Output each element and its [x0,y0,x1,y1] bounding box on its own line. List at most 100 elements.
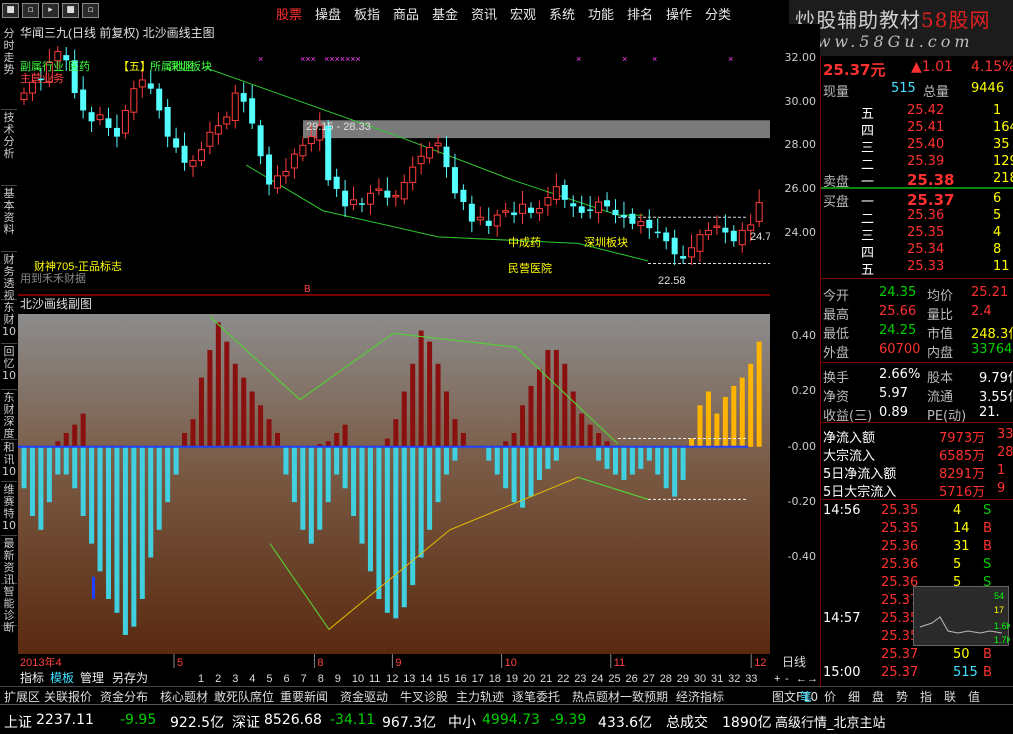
right-tab[interactable]: 联 [944,688,956,705]
right-tab[interactable]: 细 [848,688,860,705]
day-label[interactable]: 32 [728,673,740,685]
zx-index-label[interactable]: 中小 [448,712,476,732]
left-tab-4[interactable]: 财务透视 [1,254,17,302]
day-label[interactable]: 6 [284,673,290,685]
func-tab-2[interactable]: 关联报价 [44,688,92,705]
zoom-control[interactable]: - [785,673,789,685]
period-label[interactable]: 日线 [782,655,806,669]
event-marker[interactable]: × [258,54,263,64]
day-label[interactable]: 31 [711,673,723,685]
sz-index-label[interactable]: 深证 [232,712,260,732]
day-label[interactable]: 5 [266,673,272,685]
sector-label[interactable]: 副属行业 [20,60,64,73]
menu-2[interactable]: 操盘 [315,4,341,23]
day-label[interactable]: 19 [506,673,518,685]
day-label[interactable]: 9 [335,673,341,685]
sub-indicator-chart[interactable]: 北沙画线副图 [18,296,770,654]
menu-10[interactable]: 排名 [627,4,653,23]
menu-3[interactable]: 板指 [354,4,380,23]
left-tab-8[interactable]: 和讯10 [1,442,17,482]
menu-12[interactable]: 分类 [705,4,731,23]
func-tab-5[interactable]: 敢死队席位 [214,688,274,705]
left-tab-2[interactable]: 技术分析 [1,112,17,186]
event-marker[interactable]: × [728,54,733,64]
left-tab-3[interactable]: 基本资料 [1,188,17,252]
func-tab-12[interactable]: 一致预期 [620,688,668,705]
func-tab-8[interactable]: 牛叉诊股 [400,688,448,705]
menu-5[interactable]: 基金 [432,4,458,23]
day-label[interactable]: 30 [694,673,706,685]
func-tab-1[interactable]: 扩展区 [4,688,40,705]
day-label[interactable]: 8 [318,673,324,685]
indicator-tab[interactable]: 模板 [50,671,74,685]
left-tab-5[interactable]: 东财10 [1,302,17,344]
system-button[interactable]: ▫ [22,3,39,18]
sector-label[interactable]: 深圳板块 [168,59,212,73]
sh-index-label[interactable]: 上证 [4,712,32,732]
menu-7[interactable]: 宏观 [510,4,536,23]
sector-label[interactable]: 【五】 [118,60,151,73]
system-button[interactable]: ■ [62,3,79,18]
day-label[interactable]: 14 [420,673,432,685]
menu-6[interactable]: 资讯 [471,4,497,23]
day-label[interactable]: 15 [437,673,449,685]
day-label[interactable]: 28 [660,673,672,685]
day-label[interactable]: 25 [608,673,620,685]
func-tab-7[interactable]: 资金驱动 [340,688,388,705]
left-tab-7[interactable]: 东财深度 [1,392,17,440]
day-label[interactable]: 23 [574,673,586,685]
right-tab[interactable]: 价 [824,688,836,705]
mini-trend-popup[interactable]: 54 17 1.6K 1.7K [913,586,1013,646]
right-tab[interactable]: 指 [920,688,932,705]
event-marker[interactable]: × [576,54,581,64]
left-tab-10[interactable]: 最新资讯 [1,538,17,586]
sector-label[interactable]: 医药 [68,60,90,73]
func-tab-13[interactable]: 经济指标 [676,688,724,705]
system-button[interactable]: ▫ [82,3,99,18]
menu-11[interactable]: 操作 [666,4,692,23]
system-button[interactable]: ▸ [42,3,59,18]
zoom-control[interactable]: + [774,673,780,685]
day-label[interactable]: 29 [677,673,689,685]
indicator-tab[interactable]: 另存为 [112,671,148,685]
zoom-control[interactable]: → [807,673,818,685]
indicator-tab[interactable]: 指标 [20,670,44,685]
right-tab[interactable]: 笔 [800,688,812,705]
func-tab-9[interactable]: 主力轨迹 [456,688,504,705]
main-kline-chart[interactable]: 华闻三九(日线 前复权) 北沙画线主图副属行业 医药 【五】 所属地区深圳板块主营业务… [18,24,770,294]
menu-1[interactable]: 股票 [276,4,302,23]
day-label[interactable]: 20 [523,673,535,685]
menu-9[interactable]: 功能 [588,4,614,23]
menu-8[interactable]: 系统 [549,4,575,23]
day-label[interactable]: 24 [591,673,603,685]
right-tab[interactable]: 势 [896,688,908,705]
day-label[interactable]: 3 [232,673,238,685]
left-tab-6[interactable]: 回忆10 [1,346,17,390]
day-label[interactable]: 22 [557,673,569,685]
day-label[interactable]: 7 [301,673,307,685]
day-label[interactable]: 26 [626,673,638,685]
func-tab-10[interactable]: 逐笔委托 [512,688,560,705]
day-label[interactable]: 1 [198,673,204,685]
day-label[interactable]: 18 [489,673,501,685]
event-marker[interactable]: × [622,54,627,64]
func-tab-11[interactable]: 热点题材 [572,688,620,705]
left-tab-1[interactable]: 分时走势 [1,28,17,110]
day-label[interactable]: 10 [352,673,364,685]
event-marker[interactable]: × [652,54,657,64]
func-tab-3[interactable]: 资金分布 [100,688,148,705]
day-label[interactable]: 12 [386,673,398,685]
right-tab[interactable]: 值 [968,688,980,705]
left-tab-9[interactable]: 维赛特10 [1,484,17,536]
day-label[interactable]: 27 [643,673,655,685]
func-tab-6[interactable]: 重要新闻 [280,688,328,705]
func-tab-4[interactable]: 核心题材 [160,688,208,705]
day-label[interactable]: 21 [540,673,552,685]
indicator-tab[interactable]: 管理 [80,670,104,685]
zoom-control[interactable]: ← [796,673,807,685]
menu-4[interactable]: 商品 [393,4,419,23]
event-marker[interactable]: ××× [300,54,316,64]
day-label[interactable]: 33 [745,673,757,685]
day-label[interactable]: 2 [215,673,221,685]
left-tab-11[interactable]: 智能诊断 [1,586,17,634]
